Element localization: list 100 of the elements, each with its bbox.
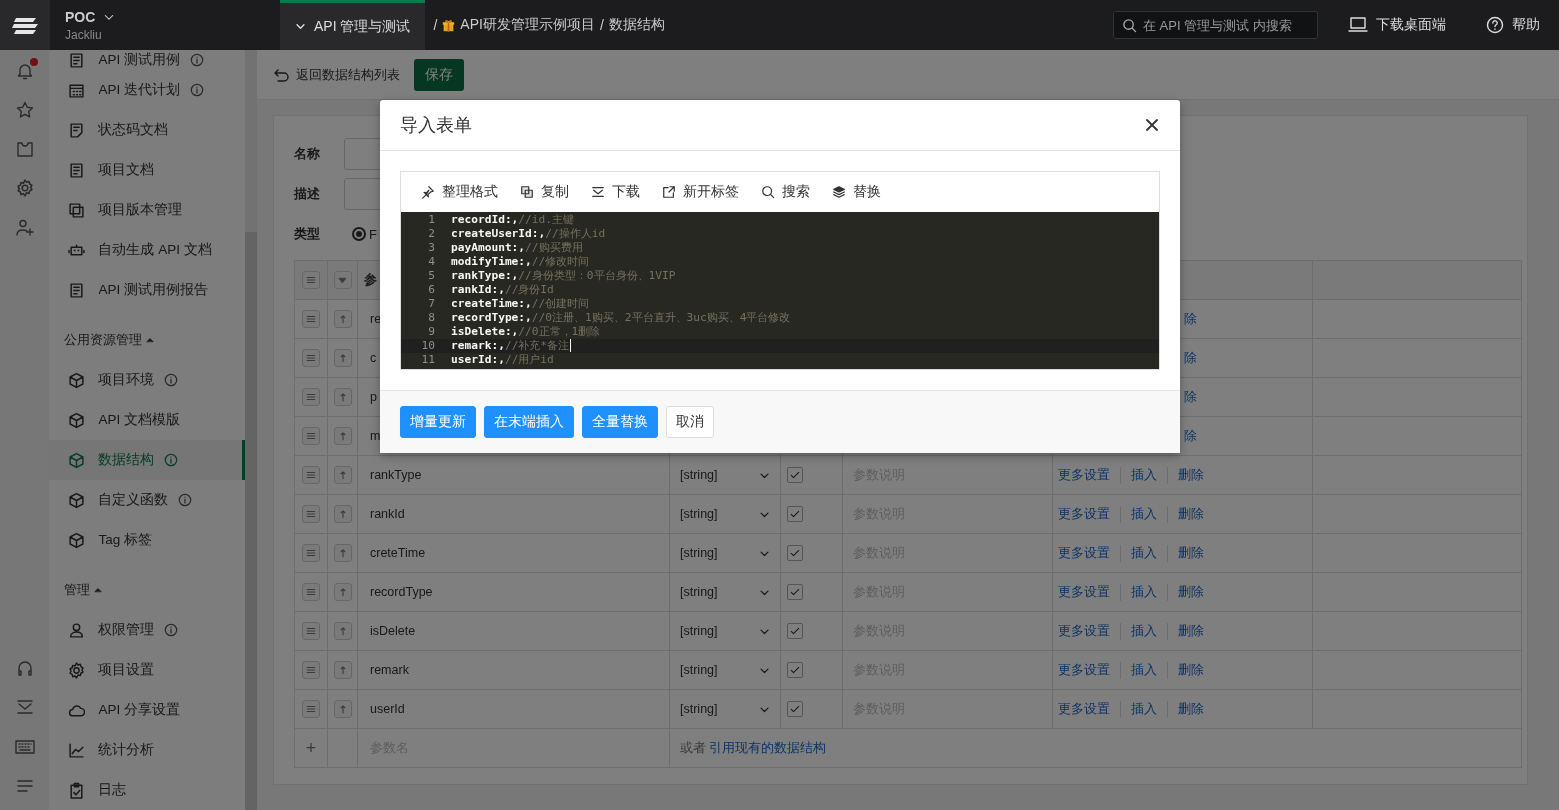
required-checkbox[interactable] — [787, 545, 803, 561]
action-link[interactable]: 删除 — [1167, 622, 1214, 640]
drag-handle-icon[interactable] — [302, 388, 320, 406]
drag-handle-icon[interactable] — [302, 310, 320, 328]
move-button[interactable] — [333, 349, 352, 367]
editor-tool[interactable]: 替换 — [832, 183, 881, 201]
required-checkbox[interactable] — [787, 467, 803, 483]
dialog-button[interactable]: 取消 — [666, 406, 714, 438]
required-checkbox[interactable] — [787, 506, 803, 522]
action-link[interactable]: 更多设置 — [1058, 622, 1120, 640]
type-radio[interactable]: F — [352, 226, 377, 242]
delete-link[interactable]: 除 — [1184, 428, 1197, 443]
action-link[interactable]: 更多设置 — [1058, 544, 1120, 562]
required-checkbox[interactable] — [787, 701, 803, 717]
drag-handle-icon[interactable] — [302, 505, 320, 523]
move-button[interactable] — [333, 388, 352, 406]
drag-handle-icon[interactable] — [302, 661, 320, 679]
drag-handle-icon[interactable] — [302, 466, 320, 484]
sidebar-item[interactable]: 项目环境 — [49, 360, 246, 400]
editor-tool[interactable]: 复制 — [520, 183, 569, 201]
sidebar-item[interactable]: 自定义函数 — [49, 480, 246, 520]
action-link[interactable]: 更多设置 — [1058, 583, 1120, 601]
action-link[interactable]: 插入 — [1120, 466, 1167, 484]
back-link[interactable]: 返回数据结构列表 — [272, 65, 400, 84]
drag-handle-icon[interactable] — [302, 700, 320, 718]
sidebar-item[interactable]: Tag 标签 — [49, 520, 246, 560]
drag-handle-icon[interactable] — [302, 427, 320, 445]
action-link[interactable]: 插入 — [1120, 583, 1167, 601]
move-button[interactable] — [333, 700, 352, 718]
sidebar-item[interactable]: 状态码文档 — [49, 110, 246, 150]
save-button[interactable]: 保存 — [414, 58, 464, 91]
drag-handle-icon[interactable] — [302, 349, 320, 367]
sidebar-item[interactable]: API 分享设置 — [49, 690, 246, 730]
sidebar-item[interactable]: API 测试用例报告 — [49, 270, 246, 310]
scrollbar-thumb[interactable] — [245, 232, 257, 810]
drag-handle-icon[interactable] — [302, 544, 320, 562]
action-link[interactable]: 插入 — [1120, 544, 1167, 562]
scrollbar[interactable] — [245, 50, 257, 810]
action-link[interactable]: 更多设置 — [1058, 700, 1120, 718]
delete-link[interactable]: 除 — [1184, 350, 1197, 365]
breadcrumb-item[interactable]: API研发管理示例项目 — [460, 16, 595, 34]
drag-handle-icon[interactable] — [302, 271, 320, 289]
move-button[interactable] — [333, 505, 352, 523]
drag-handle-icon[interactable] — [302, 583, 320, 601]
sidebar-item[interactable]: API 文档模版 — [49, 400, 246, 440]
action-link[interactable]: 删除 — [1167, 583, 1214, 601]
move-button[interactable] — [333, 427, 352, 445]
action-link[interactable]: 更多设置 — [1058, 661, 1120, 679]
action-link[interactable]: 删除 — [1167, 700, 1214, 718]
collapse-button[interactable] — [333, 271, 352, 289]
action-link[interactable]: 插入 — [1120, 505, 1167, 523]
dialog-button[interactable]: 在末端插入 — [484, 406, 574, 438]
editor-tool[interactable]: 整理格式 — [421, 183, 498, 201]
breadcrumb-item[interactable]: 数据结构 — [608, 16, 665, 34]
sidebar-item[interactable]: API 迭代计划 — [49, 70, 246, 110]
dialog-button[interactable]: 增量更新 — [400, 406, 476, 438]
action-link[interactable]: 删除 — [1167, 661, 1214, 679]
move-button[interactable] — [333, 622, 352, 640]
required-checkbox[interactable] — [787, 623, 803, 639]
action-link[interactable]: 插入 — [1120, 700, 1167, 718]
move-button[interactable] — [333, 583, 352, 601]
delete-link[interactable]: 除 — [1184, 311, 1197, 326]
action-link[interactable]: 更多设置 — [1058, 505, 1120, 523]
sidebar-item[interactable]: 统计分析 — [49, 730, 246, 770]
action-link[interactable]: 插入 — [1120, 661, 1167, 679]
reference-link[interactable]: 引用现有的数据结构 — [709, 740, 827, 755]
sidebar-item[interactable]: 数据结构 — [49, 440, 246, 480]
sidebar-item[interactable]: 项目文档 — [49, 150, 246, 190]
sidebar-item[interactable]: 权限管理 — [49, 610, 246, 650]
action-link[interactable]: 插入 — [1120, 622, 1167, 640]
download-link[interactable]: 下载桌面端 — [1348, 15, 1446, 35]
action-link[interactable]: 删除 — [1167, 505, 1214, 523]
delete-link[interactable]: 除 — [1184, 389, 1197, 404]
editor-tool[interactable]: 下载 — [591, 183, 640, 201]
required-checkbox[interactable] — [787, 584, 803, 600]
action-link[interactable]: 更多设置 — [1058, 466, 1120, 484]
search-field[interactable]: 在 API 管理与测试 内搜索 — [1113, 11, 1318, 39]
help-link[interactable]: 帮助 — [1486, 16, 1540, 34]
editor-tool[interactable]: 搜索 — [761, 183, 810, 201]
move-button[interactable] — [333, 544, 352, 562]
action-link[interactable]: 删除 — [1167, 466, 1214, 484]
sidebar-section[interactable]: 公用资源管理 — [49, 330, 246, 350]
move-button[interactable] — [333, 466, 352, 484]
project-name[interactable]: POC — [65, 8, 96, 25]
required-checkbox[interactable] — [787, 662, 803, 678]
sidebar-item[interactable]: 日志 — [49, 770, 246, 810]
close-button[interactable] — [1144, 117, 1160, 133]
sidebar-item[interactable]: API 测试用例 — [49, 50, 246, 70]
move-button[interactable] — [333, 661, 352, 679]
code-editor[interactable] — [401, 212, 1159, 369]
sidebar-item[interactable]: 项目设置 — [49, 650, 246, 690]
app-logo[interactable] — [0, 0, 50, 50]
sidebar-section[interactable]: 管理 — [49, 580, 246, 600]
move-button[interactable] — [333, 310, 352, 328]
sidebar-item[interactable]: 项目版本管理 — [49, 190, 246, 230]
drag-handle-icon[interactable] — [302, 622, 320, 640]
add-row-button[interactable]: + — [305, 737, 317, 758]
action-link[interactable]: 删除 — [1167, 544, 1214, 562]
dialog-button[interactable]: 全量替换 — [582, 406, 658, 438]
module-tab[interactable]: API 管理与测试 — [280, 0, 426, 50]
